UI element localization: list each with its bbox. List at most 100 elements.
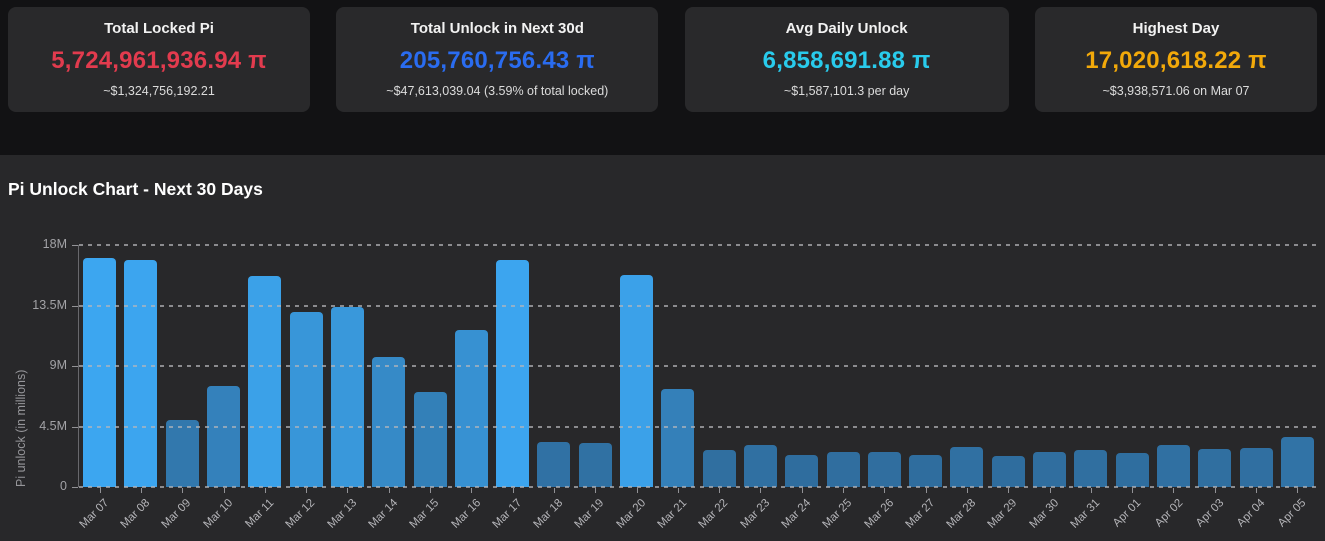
card-total-unlock-30d: Total Unlock in Next 30d 205,760,756.43 … bbox=[336, 7, 658, 112]
x-axis-tick-label: Mar 29 bbox=[986, 497, 1020, 531]
y-axis-tick bbox=[72, 245, 78, 246]
x-axis-tick-label: Mar 12 bbox=[284, 497, 318, 531]
x-axis-tick bbox=[884, 488, 885, 493]
x-axis-tick-label: Apr 02 bbox=[1152, 497, 1184, 529]
x-axis-tick bbox=[1008, 488, 1009, 493]
unlock-bar-mar-21[interactable] bbox=[661, 389, 694, 487]
unlock-bar-mar-26[interactable] bbox=[868, 452, 901, 487]
unlock-bar-mar-15[interactable] bbox=[414, 392, 447, 487]
unlock-bar-mar-08[interactable] bbox=[124, 260, 157, 487]
x-axis-tick-label: Apr 04 bbox=[1235, 497, 1267, 529]
x-axis-tick-label: Mar 09 bbox=[160, 497, 194, 531]
x-axis-tick bbox=[100, 488, 101, 493]
x-axis-tick-label: Mar 20 bbox=[614, 497, 648, 531]
bar-chart-plot-area: 04.5M9M13.5M18MMar 07Mar 08Mar 09Mar 10M… bbox=[78, 245, 1317, 487]
unlock-bar-mar-28[interactable] bbox=[950, 447, 983, 487]
gridline-0 bbox=[79, 486, 1317, 488]
y-axis-tick-label: 0 bbox=[1, 479, 67, 493]
x-axis-tick-label: Mar 13 bbox=[325, 497, 359, 531]
unlock-bar-mar-14[interactable] bbox=[372, 357, 405, 487]
x-axis-tick-label: Mar 08 bbox=[119, 497, 153, 531]
unlock-bar-mar-13[interactable] bbox=[331, 307, 364, 487]
unlock-bar-mar-29[interactable] bbox=[992, 456, 1025, 487]
y-axis-tick-label: 13.5M bbox=[1, 298, 67, 312]
unlock-bar-mar-23[interactable] bbox=[744, 445, 777, 487]
card-title: Highest Day bbox=[1035, 20, 1317, 37]
unlock-bar-mar-27[interactable] bbox=[909, 455, 942, 487]
unlock-bar-mar-22[interactable] bbox=[703, 450, 736, 487]
x-axis-tick-label: Mar 26 bbox=[862, 497, 896, 531]
unlock-bar-apr-04[interactable] bbox=[1240, 448, 1273, 487]
pi-unlock-dashboard: Total Locked Pi 5,724,961,936.94 π ~$1,3… bbox=[0, 0, 1325, 541]
unlock-bar-apr-01[interactable] bbox=[1116, 453, 1149, 487]
x-axis-tick-label: Mar 28 bbox=[945, 497, 979, 531]
x-axis-tick bbox=[1091, 488, 1092, 493]
unlock-bar-mar-16[interactable] bbox=[455, 330, 488, 487]
x-axis-tick bbox=[678, 488, 679, 493]
unlock-bar-mar-09[interactable] bbox=[166, 420, 199, 487]
card-value: 17,020,618.22 π bbox=[1035, 47, 1317, 75]
unlock-bar-apr-05[interactable] bbox=[1281, 437, 1314, 487]
x-axis-tick bbox=[182, 488, 183, 493]
x-axis-tick bbox=[1297, 488, 1298, 493]
x-axis-tick bbox=[843, 488, 844, 493]
x-axis-tick bbox=[513, 488, 514, 493]
x-axis-tick bbox=[1173, 488, 1174, 493]
card-value: 5,724,961,936.94 π bbox=[8, 47, 310, 75]
gridline-9M bbox=[79, 365, 1317, 367]
x-axis-tick bbox=[760, 488, 761, 493]
card-avg-daily-unlock: Avg Daily Unlock 6,858,691.88 π ~$1,587,… bbox=[685, 7, 1009, 112]
card-subtitle: ~$47,613,039.04 (3.59% of total locked) bbox=[336, 84, 658, 98]
card-value: 205,760,756.43 π bbox=[336, 47, 658, 75]
unlock-bar-mar-11[interactable] bbox=[248, 276, 281, 487]
y-axis-tick-label: 4.5M bbox=[1, 419, 67, 433]
x-axis-tick bbox=[1215, 488, 1216, 493]
unlock-bar-mar-19[interactable] bbox=[579, 443, 612, 487]
gridline-18M bbox=[79, 244, 1317, 246]
y-axis-tick bbox=[72, 306, 78, 307]
x-axis-tick-label: Mar 15 bbox=[408, 497, 442, 531]
x-axis-tick-label: Mar 14 bbox=[366, 497, 400, 531]
y-axis-tick bbox=[72, 366, 78, 367]
card-title: Total Unlock in Next 30d bbox=[336, 20, 658, 37]
x-axis-tick-label: Mar 11 bbox=[243, 497, 276, 530]
y-axis-tick bbox=[72, 487, 78, 488]
unlock-bar-mar-12[interactable] bbox=[290, 312, 323, 487]
x-axis-tick-label: Mar 30 bbox=[1027, 497, 1061, 531]
unlock-bar-mar-31[interactable] bbox=[1074, 450, 1107, 487]
unlock-bar-mar-10[interactable] bbox=[207, 386, 240, 488]
x-axis-tick bbox=[1132, 488, 1133, 493]
x-axis-tick-label: Mar 23 bbox=[738, 497, 772, 531]
unlock-bar-mar-30[interactable] bbox=[1033, 452, 1066, 487]
x-axis-tick-label: Mar 24 bbox=[779, 497, 813, 531]
x-axis-tick bbox=[554, 488, 555, 493]
y-axis-tick bbox=[72, 427, 78, 428]
unlock-bar-apr-02[interactable] bbox=[1157, 445, 1190, 487]
x-axis-tick-label: Apr 03 bbox=[1194, 497, 1226, 529]
card-subtitle: ~$3,938,571.06 on Mar 07 bbox=[1035, 84, 1317, 98]
x-axis-tick-label: Mar 19 bbox=[573, 497, 607, 531]
unlock-bar-mar-24[interactable] bbox=[785, 455, 818, 487]
unlock-bar-mar-17[interactable] bbox=[496, 260, 529, 487]
y-axis-tick-label: 9M bbox=[1, 358, 67, 372]
y-axis-tick-label: 18M bbox=[1, 237, 67, 251]
x-axis-tick-label: Mar 22 bbox=[697, 497, 731, 531]
gridline-13.5M bbox=[79, 305, 1317, 307]
unlock-bar-apr-03[interactable] bbox=[1198, 449, 1231, 487]
x-axis-tick bbox=[967, 488, 968, 493]
card-highest-day: Highest Day 17,020,618.22 π ~$3,938,571.… bbox=[1035, 7, 1317, 112]
unlock-bar-mar-07[interactable] bbox=[83, 258, 116, 487]
x-axis-tick bbox=[389, 488, 390, 493]
unlock-chart-panel: Pi Unlock Chart - Next 30 Days Pi unlock… bbox=[0, 155, 1325, 541]
x-axis-tick bbox=[926, 488, 927, 493]
x-axis-tick bbox=[802, 488, 803, 493]
unlock-bar-mar-25[interactable] bbox=[827, 452, 860, 487]
x-axis-tick bbox=[1050, 488, 1051, 493]
gridline-4.5M bbox=[79, 426, 1317, 428]
x-axis-tick bbox=[265, 488, 266, 493]
x-axis-tick-label: Mar 17 bbox=[490, 497, 524, 531]
unlock-bar-mar-18[interactable] bbox=[537, 442, 570, 487]
x-axis-tick bbox=[430, 488, 431, 493]
card-subtitle: ~$1,324,756,192.21 bbox=[8, 84, 310, 98]
card-title: Total Locked Pi bbox=[8, 20, 310, 37]
